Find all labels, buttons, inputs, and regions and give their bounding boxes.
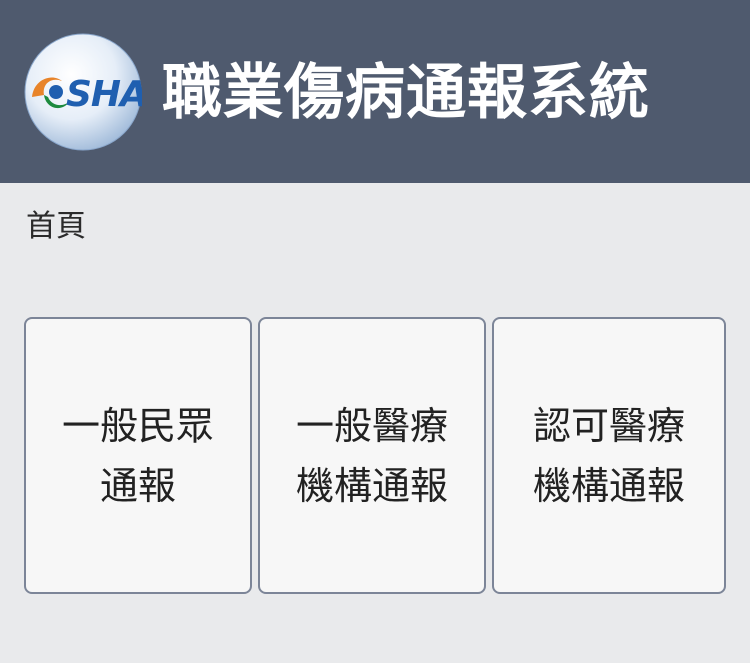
osha-logo-icon: SHA xyxy=(24,33,142,151)
card-label-line2: 通報 xyxy=(99,463,176,508)
app-header: SHA 職業傷病通報系統 xyxy=(0,0,750,183)
certified-medical-institution-report-button[interactable]: 認可醫療 機構通報 xyxy=(492,317,726,594)
card-label: 認可醫療 機構通報 xyxy=(533,396,685,516)
card-label: 一般醫療 機構通報 xyxy=(296,396,448,516)
osha-logo: SHA xyxy=(24,33,142,151)
card-label: 一般民眾 通報 xyxy=(62,396,214,516)
svg-text:SHA: SHA xyxy=(66,74,142,115)
card-label-line1: 認可醫療 xyxy=(532,403,685,448)
page-title: 職業傷病通報系統 xyxy=(162,58,650,128)
card-label-line1: 一般醫療 xyxy=(295,403,448,448)
breadcrumb-home[interactable]: 首頁 xyxy=(26,205,86,249)
card-label-line1: 一般民眾 xyxy=(61,403,214,448)
card-label-line2: 機構通報 xyxy=(532,463,685,508)
card-label-line2: 機構通報 xyxy=(295,463,448,508)
general-medical-institution-report-button[interactable]: 一般醫療 機構通報 xyxy=(258,317,486,594)
general-public-report-button[interactable]: 一般民眾 通報 xyxy=(24,317,252,594)
